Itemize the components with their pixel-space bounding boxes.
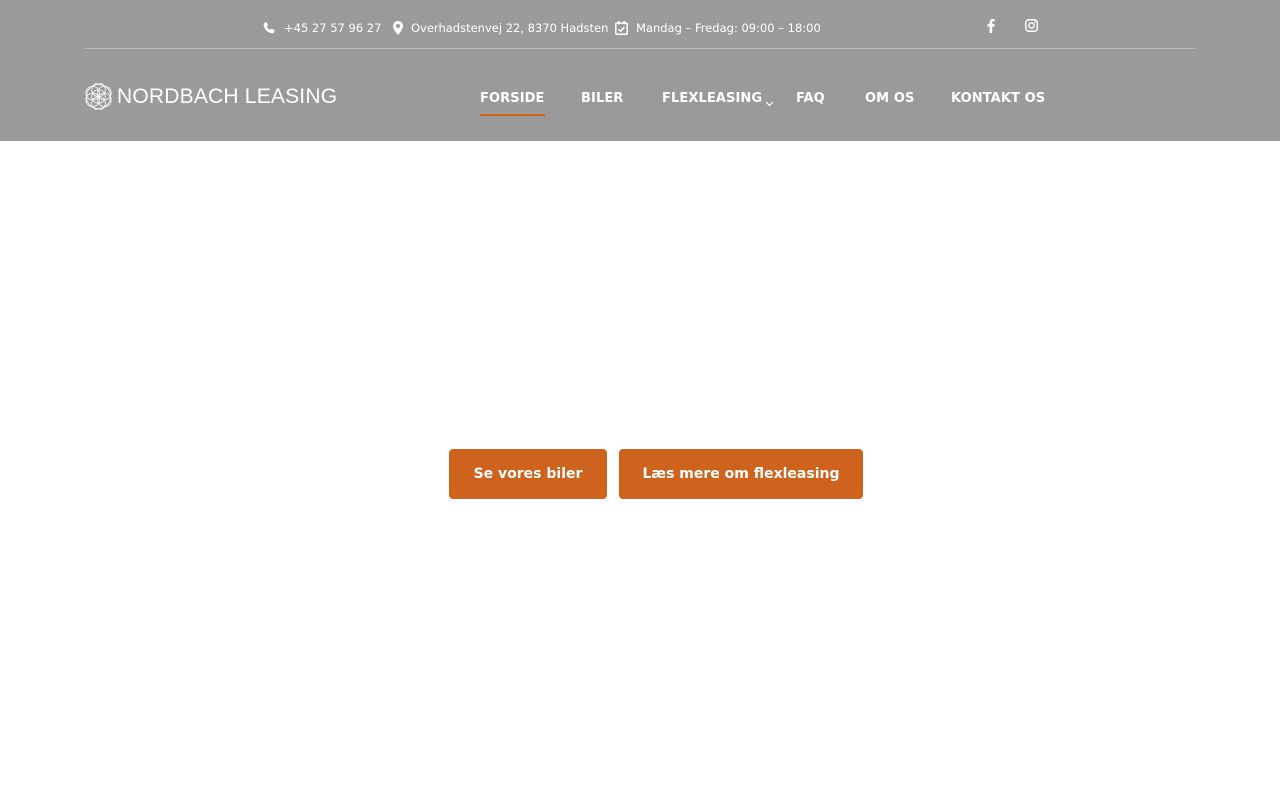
address-text: Overhadstenvej 22, 8370 Hadsten xyxy=(411,21,609,35)
see-cars-button[interactable]: Se vores biler xyxy=(449,449,607,499)
facebook-icon xyxy=(987,18,995,38)
instagram-link[interactable] xyxy=(1023,19,1039,37)
phone-contact[interactable]: +45 27 57 96 27 xyxy=(262,19,381,37)
logo-text: NORDBACH LEASING xyxy=(117,84,338,108)
read-flexleasing-button[interactable]: Læs mere om flexleasing xyxy=(619,449,863,499)
top-info-bar: +45 27 57 96 27 Overhadstenvej 22, 8370 … xyxy=(0,0,1280,49)
nav-item-biler[interactable]: BILER xyxy=(581,88,623,116)
site-logo[interactable]: NORDBACH LEASING xyxy=(85,82,337,110)
nav-item-om-os[interactable]: OM OS xyxy=(865,88,914,116)
nav-item-flexleasing[interactable]: FLEXLEASING xyxy=(662,88,762,116)
phone-number: +45 27 57 96 27 xyxy=(284,21,382,35)
opening-hours: Mandag – Fredag: 09:00 – 18:00 xyxy=(615,19,821,37)
topbar-divider xyxy=(85,48,1195,49)
phone-icon xyxy=(262,21,276,35)
calendar-check-icon xyxy=(615,21,628,35)
instagram-icon xyxy=(1024,19,1038,37)
nav-item-faq[interactable]: FAQ xyxy=(796,88,825,116)
facebook-link[interactable] xyxy=(983,18,999,38)
nav-item-forside[interactable]: FORSIDE xyxy=(480,88,545,116)
map-pin-icon xyxy=(393,21,403,35)
hours-text: Mandag – Fredag: 09:00 – 18:00 xyxy=(636,21,821,35)
address-info: Overhadstenvej 22, 8370 Hadsten xyxy=(393,19,608,37)
site-header: +45 27 57 96 27 Overhadstenvej 22, 8370 … xyxy=(0,0,1280,141)
nav-item-kontakt-os[interactable]: KONTAKT OS xyxy=(951,88,1045,116)
chevron-down-icon[interactable] xyxy=(765,94,774,112)
logo-mark-icon xyxy=(85,82,112,110)
